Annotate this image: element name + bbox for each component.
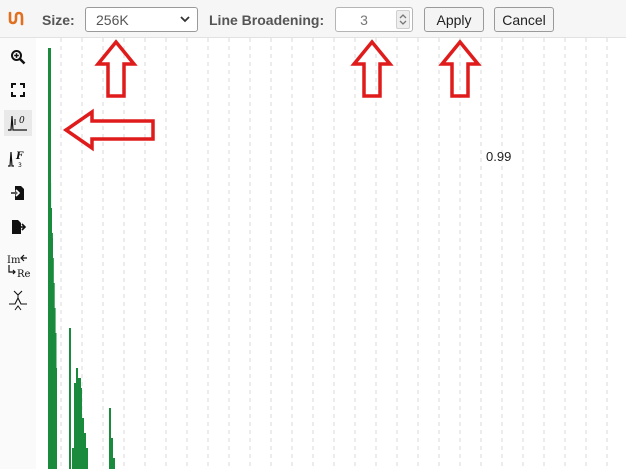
fit-to-screen-tool[interactable] — [4, 77, 32, 103]
chevron-down-icon — [180, 16, 190, 23]
export-tool[interactable] — [4, 214, 32, 240]
svg-text:Im: Im — [7, 255, 21, 266]
size-select[interactable]: 256K — [85, 7, 198, 32]
spectrum-peak — [76, 368, 78, 469]
spectrum-peak — [82, 418, 84, 469]
toolbar: Size: 256K Line Broadening: 3 Apply Canc… — [0, 0, 626, 38]
peak-picking-icon — [9, 290, 27, 311]
import-icon — [11, 186, 24, 200]
zoom-in-tool[interactable] — [4, 44, 32, 70]
spectrum-plot[interactable]: 0.99 — [36, 38, 626, 469]
spectrum-peak — [111, 438, 113, 469]
line-broadening-input[interactable]: 3 — [335, 7, 413, 32]
spectrum-logo-icon — [8, 11, 24, 26]
line-broadening-label: Line Broadening: — [209, 12, 325, 28]
cancel-button[interactable]: Cancel — [494, 7, 554, 32]
plot-grid — [60, 38, 608, 469]
zoom-in-icon — [11, 50, 26, 65]
export-icon — [12, 220, 26, 234]
size-select-value: 256K — [96, 12, 129, 28]
line-broadening-value: 3 — [360, 12, 368, 28]
spectrum-peak — [80, 388, 82, 469]
spectrum-peak — [86, 448, 88, 469]
spectrum-peak — [69, 328, 71, 469]
apply-button[interactable]: Apply — [424, 7, 484, 32]
tool-sidebar: 0 F 3 Im Re — [0, 38, 36, 469]
spectrum-canvas[interactable] — [36, 38, 626, 469]
spinner-arrows[interactable] — [396, 10, 410, 29]
svg-text:3: 3 — [18, 162, 22, 169]
svg-text:0: 0 — [19, 116, 25, 126]
svg-text:F: F — [15, 151, 24, 162]
fourier-transform-icon: F 3 — [8, 151, 24, 169]
peak-picking-tool[interactable] — [4, 287, 32, 313]
spectrum-peak — [55, 333, 57, 469]
fourier-transform-tool[interactable]: F 3 — [4, 145, 32, 171]
fit-to-screen-icon — [11, 83, 25, 97]
spectrum-peak — [72, 448, 74, 469]
phase-correction-icon: 0 — [8, 115, 27, 131]
size-label: Size: — [42, 12, 75, 28]
import-tool[interactable] — [4, 180, 32, 206]
plot-annotation-value: 0.99 — [486, 149, 512, 164]
real-imaginary-tool[interactable]: Im Re — [4, 251, 32, 281]
spinner-icon — [399, 14, 407, 25]
spectrum-peak — [74, 383, 76, 469]
phase-correction-tool[interactable]: 0 — [4, 110, 32, 136]
real-imaginary-icon: Im Re — [7, 254, 31, 280]
spectrum-peak — [109, 408, 111, 469]
spectrum-peak — [113, 458, 115, 469]
spectrum-peak — [84, 433, 86, 469]
svg-text:Re: Re — [17, 269, 31, 280]
